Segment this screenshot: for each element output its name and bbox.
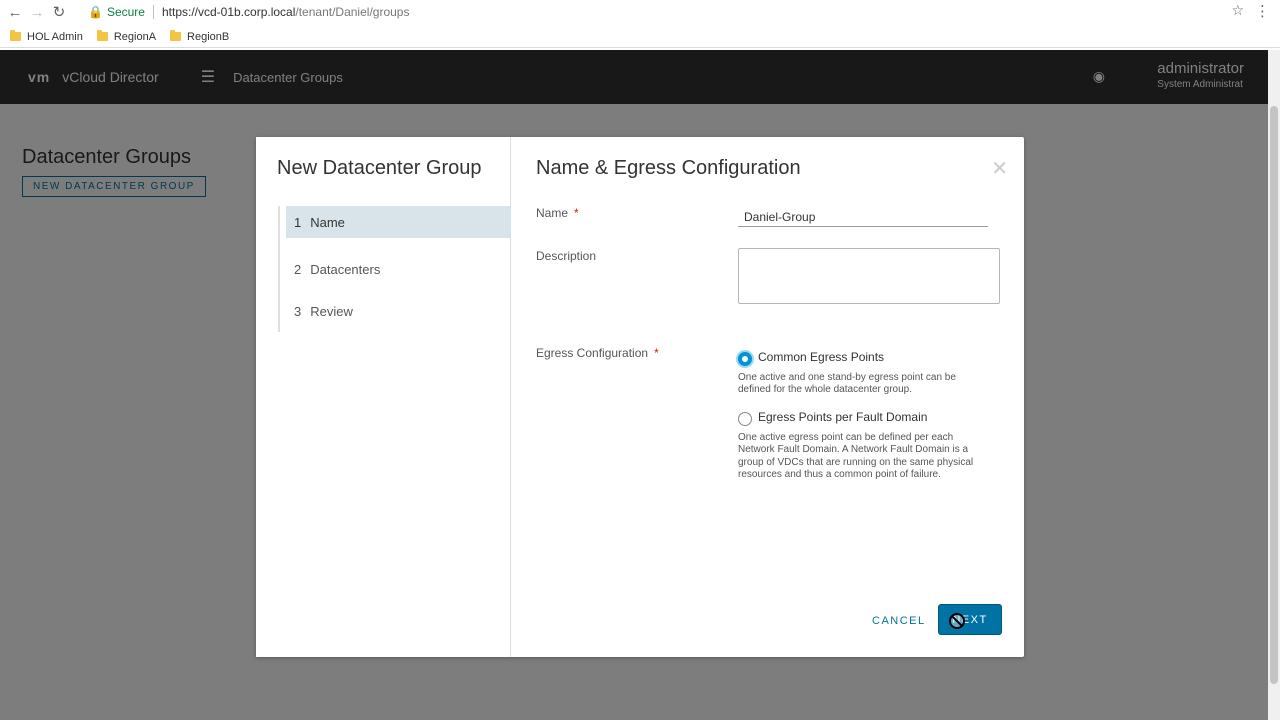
folder-icon xyxy=(96,30,108,41)
description-label: Description xyxy=(536,249,597,263)
lock-icon: 🔒 xyxy=(88,5,103,19)
common-egress-option[interactable]: Common Egress Points xyxy=(738,350,884,366)
scrollbar-thumb[interactable] xyxy=(1270,106,1278,684)
address-bar[interactable]: 🔒 Secure https://vcd-01b.corp.local/tena… xyxy=(82,1,1252,23)
next-button[interactable]: NEXT xyxy=(938,604,1002,635)
browser-toolbar: ← → ↻ 🔒 Secure https://vcd-01b.corp.loca… xyxy=(0,0,1280,24)
close-icon[interactable]: ✕ xyxy=(991,159,1008,179)
reload-icon[interactable]: ↻ xyxy=(48,1,70,23)
common-egress-radio[interactable] xyxy=(738,352,752,366)
busy-cursor-icon xyxy=(949,613,965,629)
secure-indicator[interactable]: 🔒 Secure xyxy=(82,5,145,19)
folder-icon xyxy=(170,30,182,41)
name-label: Name * xyxy=(536,206,579,220)
new-datacenter-group-wizard: New Datacenter Group 1 Name 2 Datacenters … xyxy=(256,137,1024,657)
name-input[interactable] xyxy=(738,207,988,227)
step-datacenters[interactable]: 2 Datacenters xyxy=(280,248,511,290)
browser-menu-icon[interactable]: ⋮ xyxy=(1255,2,1270,20)
fault-domain-option[interactable]: Egress Points per Fault Domain xyxy=(738,410,927,426)
fault-domain-radio[interactable] xyxy=(738,412,752,426)
bookmark-star-icon[interactable]: ☆ xyxy=(1231,2,1244,19)
egress-configuration-label: Egress Configuration * xyxy=(536,346,659,360)
cancel-button[interactable]: CANCEL xyxy=(868,606,930,636)
step-name[interactable]: 1 Name xyxy=(286,206,511,238)
fault-domain-help: One active egress point can be defined p… xyxy=(738,432,974,481)
common-egress-help: One active and one stand-by egress point… xyxy=(738,372,956,396)
wizard-steps: 1 Name 2 Datacenters 3 Review xyxy=(278,206,511,332)
omnibox-divider xyxy=(152,5,154,19)
wizard-stepnav: New Datacenter Group 1 Name 2 Datacenters … xyxy=(256,137,511,657)
bookmark-region-b[interactable]: RegionB xyxy=(170,30,229,43)
step-review[interactable]: 3 Review xyxy=(280,290,511,332)
description-textarea[interactable] xyxy=(738,248,1000,304)
bookmarks-bar: HOL Admin RegionA RegionB xyxy=(0,26,1280,48)
bookmark-region-a[interactable]: RegionA xyxy=(96,30,156,43)
back-arrow-icon[interactable]: ← xyxy=(4,1,26,23)
wizard-content: Name & Egress Configuration ✕ Name* Desc… xyxy=(512,137,1024,657)
bookmark-hol-admin[interactable]: HOL Admin xyxy=(10,30,83,43)
folder-icon xyxy=(10,30,21,41)
url-text: https://vcd-01b.corp.local/tenant/Daniel… xyxy=(161,5,410,19)
wizard-title: New Datacenter Group xyxy=(277,157,482,179)
wizard-page-title: Name & Egress Configuration xyxy=(536,157,801,179)
page-scrollbar[interactable] xyxy=(1268,50,1280,720)
forward-arrow-icon[interactable]: → xyxy=(26,1,48,23)
